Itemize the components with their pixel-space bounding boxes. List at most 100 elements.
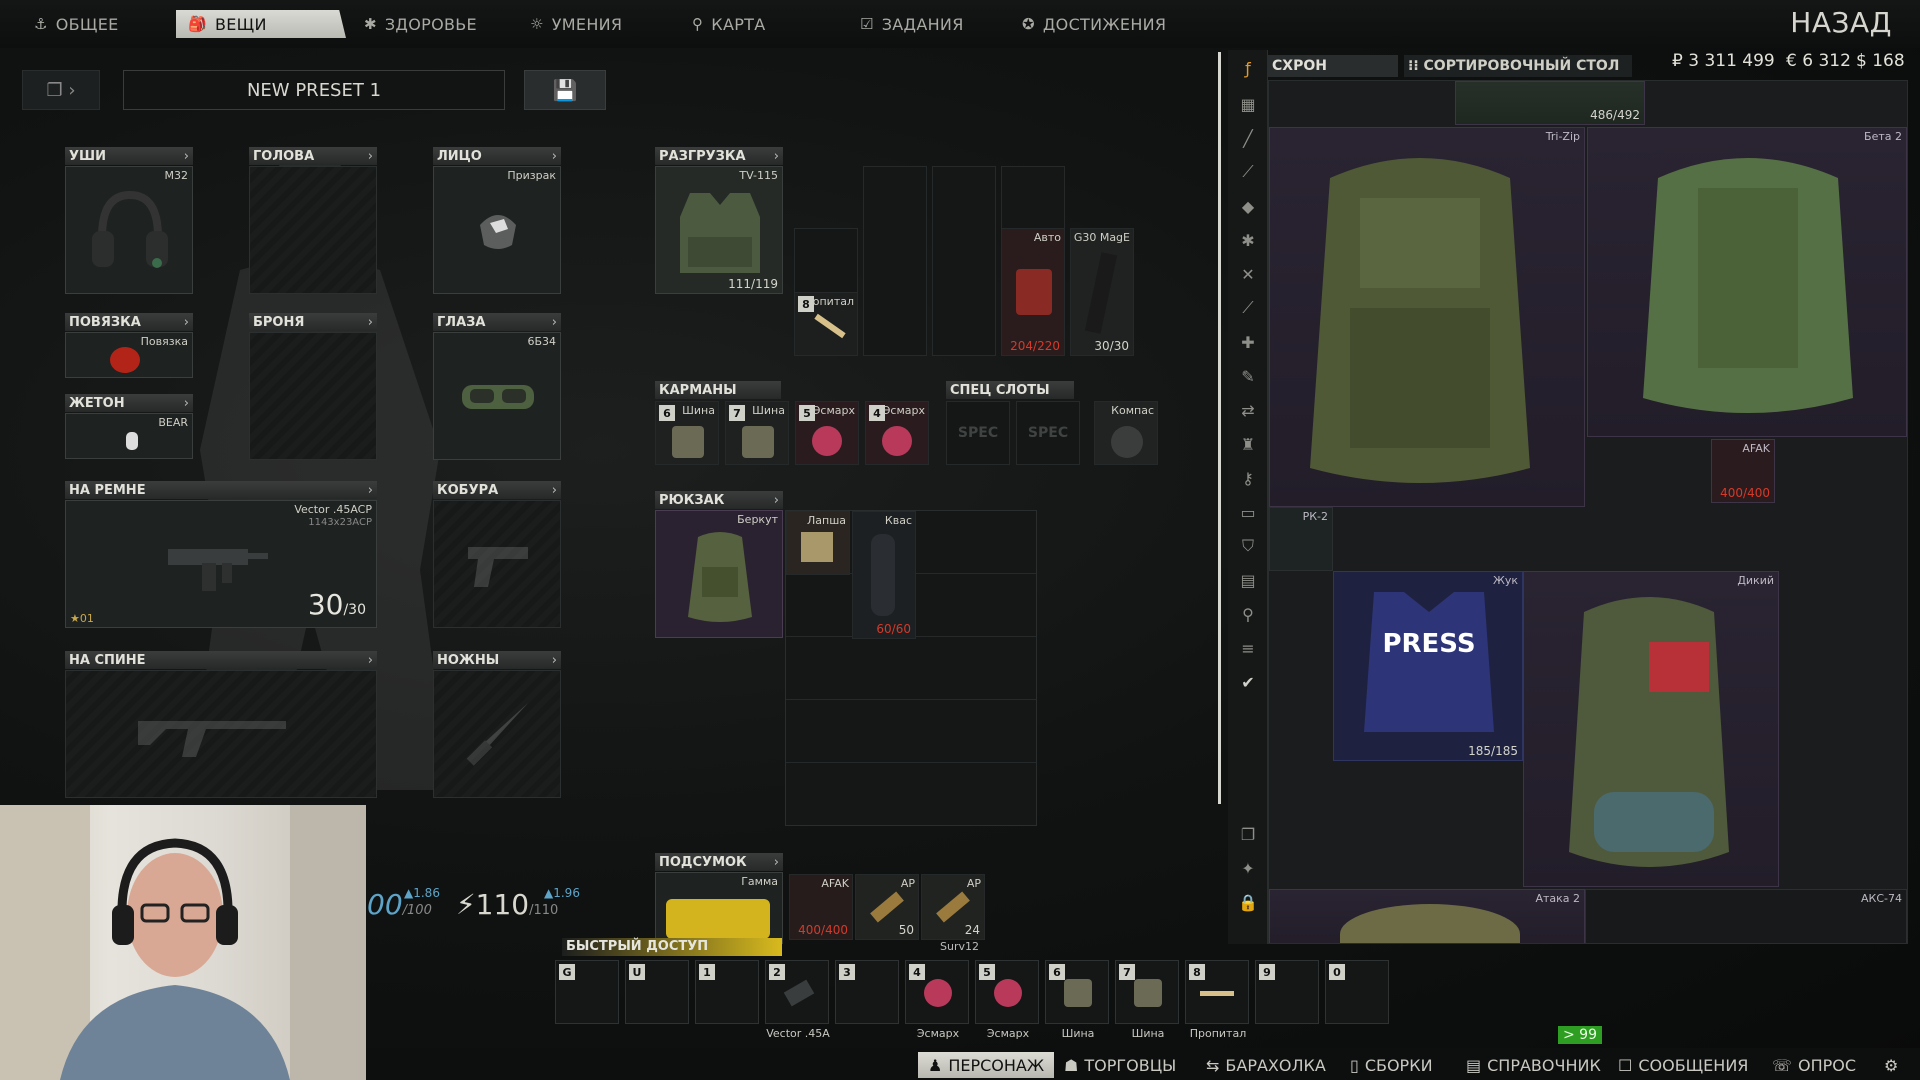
slot-rig[interactable]: TV-115 111/119 (655, 166, 783, 294)
slot-head[interactable] (249, 166, 377, 294)
slot-eyes-header[interactable]: ГЛАЗА › (433, 313, 561, 331)
quick-slot[interactable]: 5 Эсмарх (975, 960, 1039, 1040)
quick-slot[interactable]: 8 Пропитал (1185, 960, 1249, 1040)
filter-icon[interactable]: ƒ (1234, 54, 1262, 82)
slot-pouch[interactable]: Гамма (655, 872, 783, 944)
slot-armband-header[interactable]: ПОВЯЗКА › (65, 313, 193, 331)
preset-select-button[interactable]: ❐ › (22, 70, 100, 110)
tab-gear[interactable]: 🎒 ВЕЩИ (176, 10, 346, 38)
slot-tag[interactable]: BEAR (65, 413, 193, 459)
special-slot-compass[interactable]: Компас (1094, 401, 1158, 465)
preset-name-field[interactable]: NEW PRESET 1 (123, 70, 505, 110)
containers-icon[interactable]: ▭ (1234, 498, 1262, 526)
rig-cell[interactable] (863, 166, 927, 356)
nav-builds[interactable]: ▯ СБОРКИ (1340, 1052, 1443, 1078)
quick-slot[interactable]: 0 (1325, 960, 1389, 1024)
special-slot-2[interactable]: SPEC (1016, 401, 1080, 465)
quick-slot[interactable]: 2 Vector .45A (765, 960, 830, 1040)
quick-slot[interactable]: 7 Шина (1115, 960, 1179, 1040)
quick-slot[interactable]: U (625, 960, 689, 1024)
slot-holster-header[interactable]: КОБУРА › (433, 481, 561, 499)
quick-slot[interactable]: G (555, 960, 619, 1024)
slot-face-header[interactable]: ЛИЦО › (433, 147, 561, 165)
pouch-item-ap[interactable]: AP 50 (855, 874, 919, 940)
slot-rig-header[interactable]: РАЗГРУЗКА › (655, 147, 783, 165)
stash-item-trizip[interactable]: Tri-Zip (1269, 127, 1585, 507)
armor-icon[interactable]: ⛉ (1234, 532, 1262, 560)
stash-item-dikiy[interactable]: Дикий (1523, 571, 1779, 887)
slot-armor-header[interactable]: БРОНЯ › (249, 313, 377, 331)
meds-icon[interactable]: ✱ (1234, 226, 1262, 254)
pocket-item[interactable]: 7 Шина (725, 401, 789, 465)
tab-general[interactable]: ⚓ ОБЩЕЕ (22, 10, 170, 38)
ammo-icon[interactable]: ◆ (1234, 192, 1262, 220)
rig-item-mag[interactable]: G30 MagE 30/30 (1070, 228, 1134, 356)
back-button[interactable]: НАЗАД (1790, 6, 1892, 39)
nav-messages[interactable]: ☐ СООБЩЕНИЯ (1608, 1052, 1758, 1078)
nav-survey[interactable]: ☏ ОПРОС (1762, 1052, 1866, 1078)
slot-ears[interactable]: M32 (65, 166, 193, 294)
keys-icon[interactable]: ⚷ (1234, 464, 1262, 492)
save-preset-button[interactable]: 💾 (524, 70, 606, 110)
pouch-item-afak[interactable]: AFAK 400/400 (789, 874, 853, 940)
settings-button[interactable]: ⚙ (1874, 1052, 1908, 1078)
gear-icon[interactable]: ♜ (1234, 430, 1262, 458)
slot-pouch-header[interactable]: ПОДСУМОК › (655, 853, 783, 871)
slot-eyes[interactable]: 6Б34 (433, 332, 561, 460)
pouch-item-ap[interactable]: AP 24 (921, 874, 985, 940)
slot-backpack-header[interactable]: РЮКЗАК › (655, 491, 783, 509)
slot-armor[interactable] (249, 332, 377, 460)
stash-item-beta2[interactable]: Бета 2 (1587, 127, 1907, 437)
nav-traders[interactable]: ☗ ТОРГОВЦЫ (1054, 1052, 1186, 1078)
pocket-item[interactable]: 6 Шина (655, 401, 719, 465)
check-icon[interactable]: ✔ (1234, 668, 1262, 696)
tab-sorting-table[interactable]: ⁝⁝ СОРТИРОВОЧНЫЙ СТОЛ (1404, 55, 1632, 77)
slot-head-header[interactable]: ГОЛОВА › (249, 147, 377, 165)
nav-character[interactable]: ♟ ПЕРСОНАЖ (918, 1052, 1055, 1078)
knife-icon[interactable]: ⟋ (1234, 294, 1262, 322)
rig-item-propital[interactable]: 8 опитал (794, 292, 858, 356)
lock-icon[interactable]: 🔒 (1234, 888, 1262, 916)
rig-cell[interactable] (932, 166, 996, 356)
weapon-parts-icon[interactable]: ⟋ (1234, 158, 1262, 186)
special-icon[interactable]: ⚲ (1234, 600, 1262, 628)
barter-icon[interactable]: ⇄ (1234, 396, 1262, 424)
slot-armband[interactable]: Повязка (65, 332, 193, 378)
tab-map[interactable]: ⚲ КАРТА (680, 10, 810, 38)
slot-sling-header[interactable]: НА РЕМНЕ › (65, 481, 377, 499)
stash-item-aks74[interactable]: АКС-74 (1585, 889, 1907, 943)
slot-tag-header[interactable]: ЖЕТОН › (65, 394, 193, 412)
special-slot-1[interactable]: SPEC (946, 401, 1010, 465)
rig-cell[interactable] (1001, 166, 1065, 230)
tab-achievements[interactable]: ✪ ДОСТИЖЕНИЯ (1010, 10, 1200, 38)
nav-flea-market[interactable]: ⇆ БАРАХОЛКА (1196, 1052, 1336, 1078)
maps-icon[interactable]: ▤ (1234, 566, 1262, 594)
medical-icon[interactable]: ✚ (1234, 328, 1262, 356)
stash-item-zhuk[interactable]: Жук PRESS 185/185 (1333, 571, 1523, 761)
quick-slot[interactable]: 1 (695, 960, 759, 1024)
copy-icon[interactable]: ❐ (1234, 820, 1262, 848)
slot-backpack[interactable]: Беркут (655, 510, 783, 638)
tab-health[interactable]: ✱ ЗДОРОВЬЕ (352, 10, 512, 38)
quick-slot[interactable]: 4 Эсмарх (905, 960, 969, 1040)
stash-item-rk2[interactable]: РК-2 (1269, 507, 1333, 571)
tab-tasks[interactable]: ☑ ЗАДАНИЯ (848, 10, 998, 38)
quick-slot[interactable]: 3 (835, 960, 899, 1024)
info-icon[interactable]: ≡ (1234, 634, 1262, 662)
slot-ears-header[interactable]: УШИ › (65, 147, 193, 165)
food-icon[interactable]: ✎ (1234, 362, 1262, 390)
slot-back[interactable] (65, 670, 377, 798)
tab-stash[interactable]: СХРОН (1268, 55, 1398, 77)
slot-back-header[interactable]: НА СПИНЕ › (65, 651, 377, 669)
backpack-item-lapsha[interactable]: Лапша (786, 511, 850, 575)
quick-slot[interactable]: 9 (1255, 960, 1319, 1024)
pocket-item[interactable]: 4 Эсмарх (865, 401, 929, 465)
slot-sling[interactable]: Vector .45ACP 1143x23ACP 30/30 ★01 (65, 500, 377, 628)
all-items-icon[interactable]: ▦ (1234, 90, 1262, 118)
stash-item-ataka2[interactable]: Атака 2 (1269, 889, 1585, 943)
slot-holster[interactable] (433, 500, 561, 628)
weapons-icon[interactable]: ╱ (1234, 124, 1262, 152)
stash-grid[interactable]: 486/492 Tri-Zip Бета 2 AFAK 400/400 РК-2 … (1268, 80, 1908, 944)
slot-sheath-header[interactable]: НОЖНЫ › (433, 651, 561, 669)
backpack-item-kvas[interactable]: Квас 60/60 (852, 511, 916, 639)
